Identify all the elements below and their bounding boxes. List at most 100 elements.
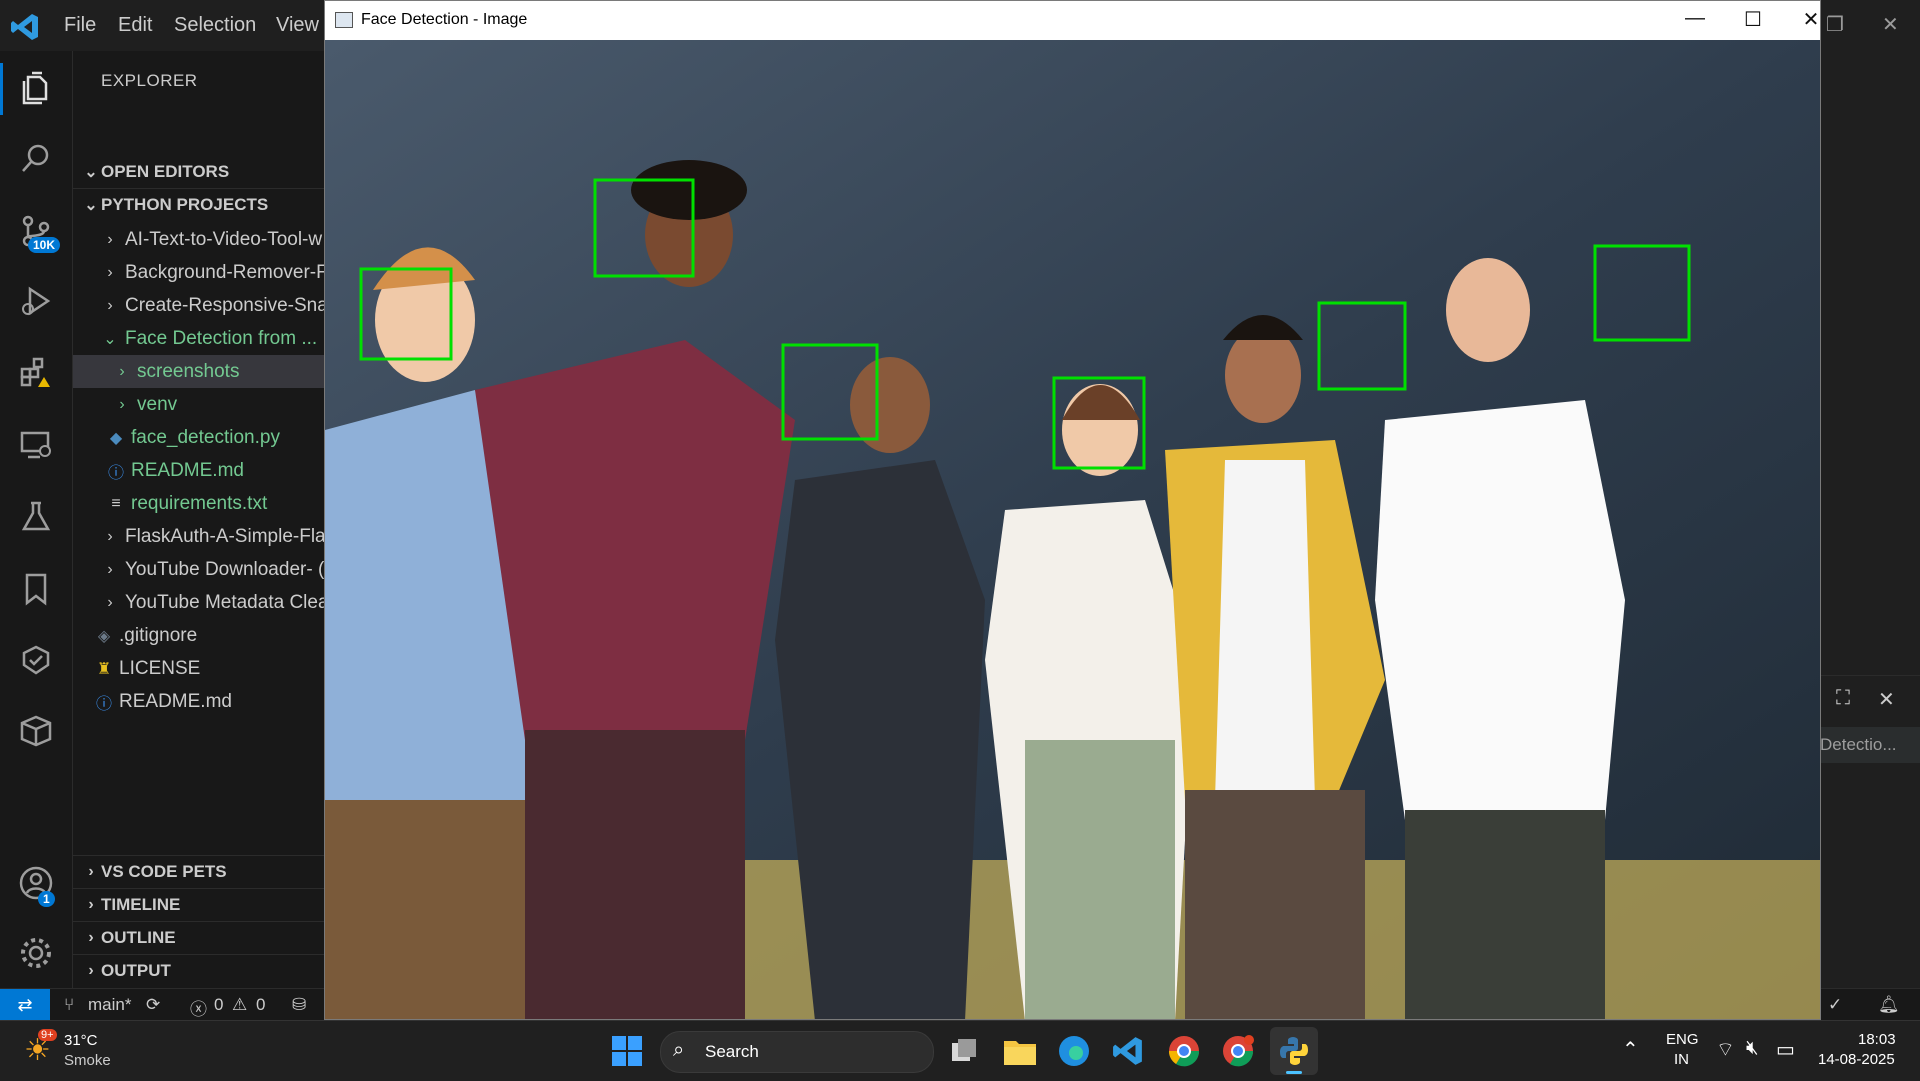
run-debug-icon[interactable] xyxy=(16,281,56,321)
remote-indicator-icon[interactable]: ⇄ xyxy=(0,989,50,1021)
panel-tab[interactable]: Detectio... xyxy=(1820,727,1920,763)
chevron-right-icon: › xyxy=(107,527,113,545)
detected-faces-photo xyxy=(325,40,1820,1019)
tree-item-label: AI-Text-to-Video-Tool-w xyxy=(125,228,323,250)
vscode-logo-icon xyxy=(11,14,38,40)
section-label: OUTLINE xyxy=(101,928,176,947)
menu-file[interactable]: File xyxy=(64,14,96,37)
chrome-profile-icon[interactable] xyxy=(1222,1035,1256,1069)
remote-explorer-icon[interactable] xyxy=(16,425,56,465)
warning-icon[interactable]: ⚠ xyxy=(232,995,247,1015)
database-icon[interactable]: ⛁ xyxy=(292,995,306,1015)
settings-gear-icon[interactable] xyxy=(16,933,56,973)
chevron-right-icon: › xyxy=(119,395,125,413)
python-app-active[interactable] xyxy=(1270,1027,1318,1075)
tree-item-readme-root[interactable]: ⓘ README.md xyxy=(73,685,345,718)
tree-item-screenshots[interactable]: › screenshots xyxy=(73,355,363,388)
tree-item-youtube-downloader[interactable]: › YouTube Downloader- ( xyxy=(73,553,351,586)
clock-time[interactable]: 18:03 xyxy=(1858,1031,1896,1048)
notification-bell-icon[interactable]: 🔔︎ xyxy=(1878,995,1900,1015)
chevron-right-icon: › xyxy=(107,296,113,314)
taskbar-search[interactable]: ⌕ Search xyxy=(660,1031,934,1073)
windows-taskbar: ☀ 9+ 31°C Smoke ⌕ Search ⌃ ENG IN ⌔ 🔇︎ ▭… xyxy=(0,1020,1920,1081)
chevron-right-icon: › xyxy=(107,263,113,281)
close-icon[interactable]: ✕ xyxy=(1791,7,1820,32)
python-file-icon: ◆ xyxy=(109,429,123,447)
tree-item-label: README.md xyxy=(119,690,232,712)
branch-name[interactable]: main* xyxy=(88,995,131,1015)
image-window-titlebar[interactable]: Face Detection - Image — ☐ ✕ xyxy=(325,1,1820,40)
chevron-right-icon: › xyxy=(88,896,94,913)
bookmark-icon[interactable] xyxy=(16,569,56,609)
close-panel-icon[interactable]: ✕ xyxy=(1878,687,1895,712)
chat-check-icon[interactable] xyxy=(16,641,56,681)
explorer-icon[interactable] xyxy=(16,69,56,109)
check-icon[interactable]: ✓ xyxy=(1828,995,1842,1015)
explorer-sidebar: EXPLORER ⌄ OPEN EDITORS ⌄ PYTHON PROJECTS … xyxy=(73,51,363,988)
menu-selection[interactable]: Selection xyxy=(174,14,256,37)
sync-icon[interactable]: ⟳ xyxy=(146,995,160,1015)
python-projects-section[interactable]: ⌄ PYTHON PROJECTS xyxy=(73,189,325,221)
accounts-badge: 1 xyxy=(38,891,55,907)
tree-item-license[interactable]: ♜ LICENSE xyxy=(73,652,345,685)
info-icon: ⓘ xyxy=(107,464,124,482)
image-window-title: Face Detection - Image xyxy=(361,11,528,28)
output-section[interactable]: › OUTPUT xyxy=(73,955,325,987)
tree-item-gitignore[interactable]: ◈ .gitignore xyxy=(73,619,345,652)
wifi-icon[interactable]: ⌔ xyxy=(1716,1037,1735,1062)
activity-bar: 10K 1 xyxy=(0,51,73,988)
windows-start-icon[interactable] xyxy=(612,1036,642,1066)
chevron-right-icon: › xyxy=(119,362,125,380)
search-label: Search xyxy=(705,1042,759,1061)
tree-item-background-remover[interactable]: › Background-Remover-F xyxy=(73,256,351,289)
error-icon[interactable]: ⓧ xyxy=(190,995,207,1020)
menu-view[interactable]: View xyxy=(276,14,319,37)
vscode-close-icon[interactable]: ✕ xyxy=(1882,12,1899,37)
package-box-icon[interactable] xyxy=(16,711,56,751)
panel-tab-label: Detectio... xyxy=(1820,735,1897,754)
vscode-taskbar-icon[interactable] xyxy=(1112,1035,1144,1067)
extensions-icon[interactable] xyxy=(16,353,56,393)
license-icon: ♜ xyxy=(96,660,112,678)
outline-section[interactable]: › OUTLINE xyxy=(73,922,325,954)
tree-item-face-detection-py[interactable]: ◆ face_detection.py xyxy=(73,421,357,454)
section-label: TIMELINE xyxy=(101,895,181,914)
vs-code-pets-section[interactable]: › VS CODE PETS xyxy=(73,856,325,888)
maximize-icon[interactable]: ☐ xyxy=(1733,7,1773,32)
section-label: OUTPUT xyxy=(101,961,171,980)
vscode-restore-icon[interactable]: ❐ xyxy=(1826,12,1844,37)
tree-item-requirements[interactable]: ≡ requirements.txt xyxy=(73,487,357,520)
file-explorer-icon[interactable] xyxy=(1004,1037,1036,1065)
error-count: 0 xyxy=(214,995,224,1014)
testing-flask-icon[interactable] xyxy=(16,497,56,537)
minimize-icon[interactable]: — xyxy=(1675,7,1715,30)
task-view-icon[interactable] xyxy=(950,1037,980,1065)
tree-item-venv[interactable]: › venv xyxy=(73,388,363,421)
weather-temp[interactable]: 31°C xyxy=(64,1032,98,1049)
tree-item-label: YouTube Metadata Clea xyxy=(125,591,329,613)
edge-browser-icon[interactable] xyxy=(1058,1035,1090,1067)
tree-item-ai-text-to-video[interactable]: › AI-Text-to-Video-Tool-w xyxy=(73,223,351,256)
chevron-right-icon: › xyxy=(88,962,94,979)
language-top[interactable]: ENG xyxy=(1666,1031,1699,1048)
open-editors-section[interactable]: ⌄ OPEN EDITORS xyxy=(73,156,325,188)
chrome-icon[interactable] xyxy=(1168,1035,1200,1067)
tree-item-create-responsive[interactable]: › Create-Responsive-Snal xyxy=(73,289,351,322)
tree-item-flaskauth[interactable]: › FlaskAuth-A-Simple-Fla xyxy=(73,520,351,553)
tree-item-label: README.md xyxy=(131,459,244,481)
volume-muted-icon[interactable]: 🔇︎ xyxy=(1746,1037,1759,1060)
active-indicator xyxy=(0,63,3,115)
tree-item-youtube-metadata[interactable]: › YouTube Metadata Clea xyxy=(73,586,351,619)
source-control-badge: 10K xyxy=(28,237,61,253)
search-icon[interactable] xyxy=(16,139,56,179)
maximize-panel-icon[interactable]: ⛶ xyxy=(1836,687,1850,710)
section-label: OPEN EDITORS xyxy=(101,162,230,181)
show-hidden-icons-chevron-up-icon[interactable]: ⌃ xyxy=(1622,1037,1639,1062)
chevron-right-icon: › xyxy=(107,560,113,578)
menu-edit[interactable]: Edit xyxy=(118,14,152,37)
chevron-down-icon: ⌄ xyxy=(84,197,98,214)
tree-item-face-detection-folder[interactable]: ⌄ Face Detection from ... xyxy=(73,322,351,355)
timeline-section[interactable]: › TIMELINE xyxy=(73,889,325,921)
tree-item-readme-inner[interactable]: ⓘ README.md xyxy=(73,454,357,487)
battery-icon[interactable]: ▭ xyxy=(1776,1037,1795,1062)
